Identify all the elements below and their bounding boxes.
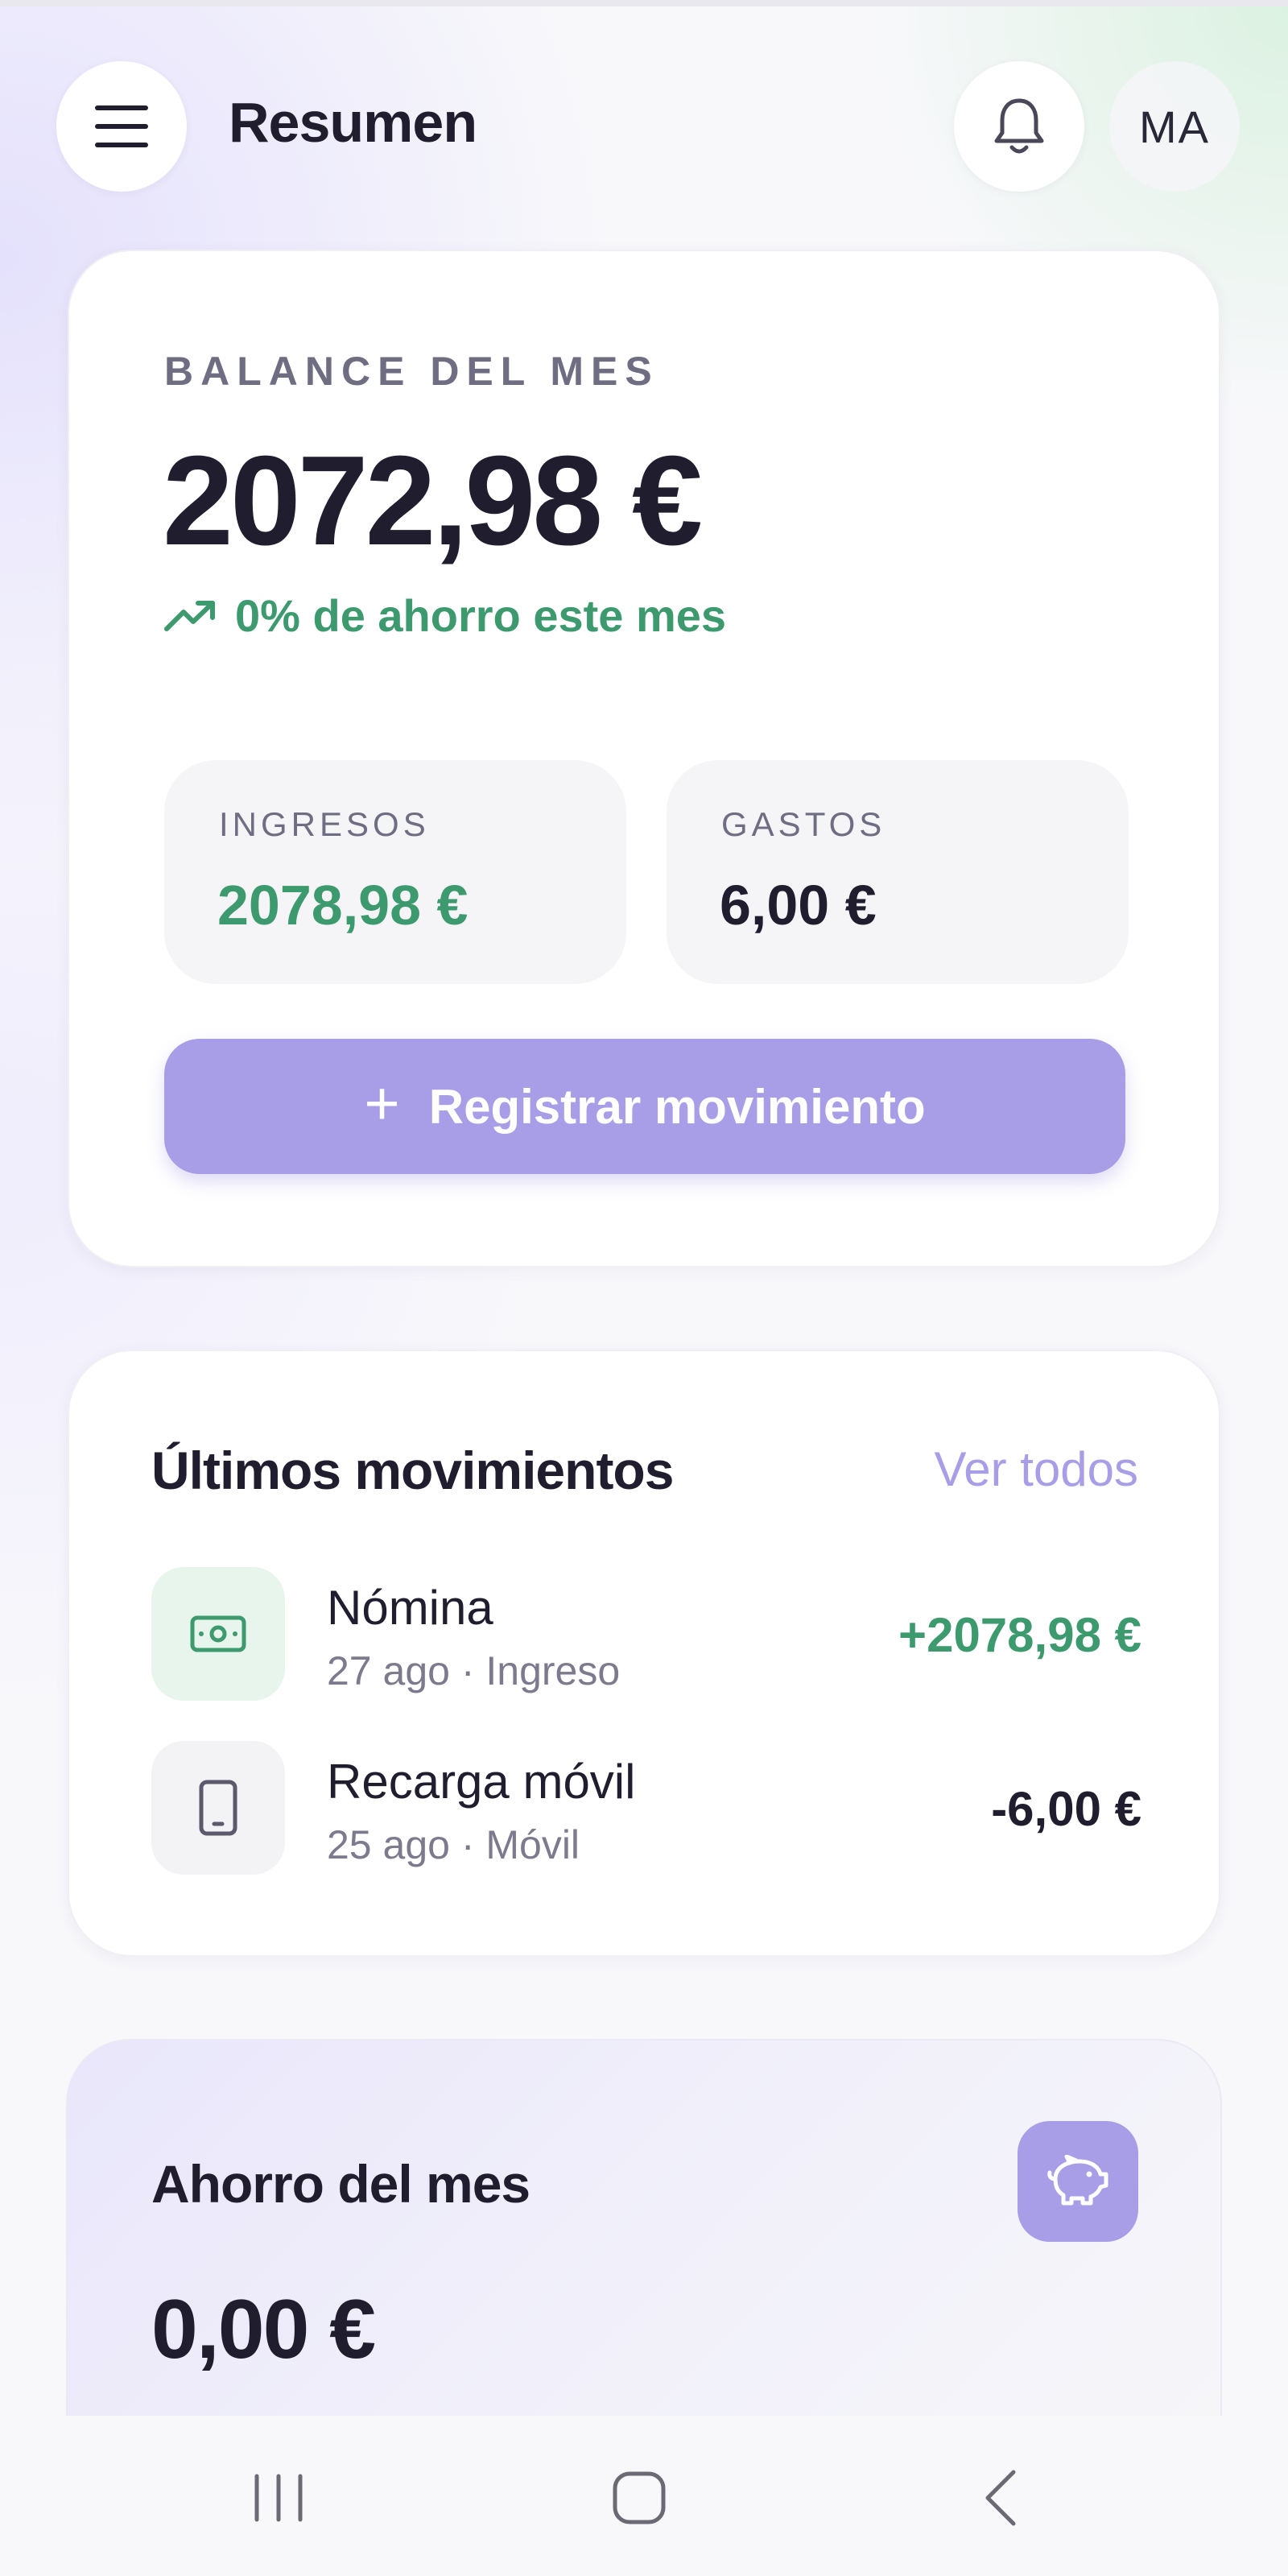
movement-icon-container [151, 1741, 285, 1875]
savings-rate: 0% de ahorro este mes [164, 589, 726, 642]
bell-icon [994, 98, 1044, 154]
notifications-button[interactable] [954, 61, 1084, 192]
app-header: Resumen MA [0, 61, 1288, 192]
expense-tile: GASTOS 6,00 € [667, 760, 1129, 984]
movement-row[interactable]: Recarga móvil 25 ago · Móvil -6,00 € [151, 1741, 1141, 1875]
recent-movements-card: Últimos movimientos Ver todos Nómina 27 … [68, 1350, 1220, 1957]
system-navigation-bar [0, 2416, 1288, 2576]
balance-label: BALANCE DEL MES [164, 349, 659, 394]
movement-name: Recarga móvil [327, 1755, 636, 1809]
menu-button[interactable] [56, 61, 187, 192]
movement-name: Nómina [327, 1581, 493, 1635]
income-value: 2078,98 € [217, 874, 469, 937]
user-avatar[interactable]: MA [1109, 61, 1240, 192]
recent-apps-icon [254, 2474, 303, 2522]
monthly-savings-title: Ahorro del mes [151, 2154, 530, 2214]
savings-button[interactable] [1018, 2121, 1138, 2242]
recent-apps-button[interactable] [238, 2458, 319, 2538]
income-label: INGRESOS [219, 805, 430, 843]
movement-amount: +2078,98 € [898, 1608, 1141, 1662]
balance-card: BALANCE DEL MES 2072,98 € 0% de ahorro e… [68, 250, 1220, 1267]
trending-up-icon [164, 600, 215, 631]
monthly-savings-value: 0,00 € [151, 2283, 376, 2376]
expense-label: GASTOS [721, 805, 886, 843]
movement-meta: 27 ago · Ingreso [327, 1648, 621, 1693]
savings-rate-text: 0% de ahorro este mes [235, 590, 727, 641]
back-button[interactable] [960, 2458, 1040, 2538]
recent-movements-title: Últimos movimientos [151, 1441, 674, 1500]
home-button[interactable] [599, 2458, 679, 2538]
cash-icon [190, 1615, 246, 1652]
status-bar-edge [0, 0, 1288, 6]
page-title: Resumen [229, 91, 477, 154]
movement-icon-container [151, 1567, 285, 1701]
plus-icon: + [364, 1069, 400, 1138]
balance-value: 2072,98 € [163, 430, 703, 572]
smartphone-icon [199, 1780, 237, 1836]
home-icon [613, 2471, 666, 2524]
register-movement-button[interactable]: + Registrar movimiento [164, 1039, 1125, 1174]
expense-value: 6,00 € [720, 874, 877, 937]
movement-meta: 25 ago · Móvil [327, 1822, 580, 1867]
register-movement-label: Registrar movimiento [428, 1079, 926, 1134]
see-all-link[interactable]: Ver todos [934, 1441, 1138, 1497]
back-icon [985, 2470, 1016, 2526]
monthly-savings-card: Ahorro del mes 0,00 € [66, 2039, 1222, 2458]
piggy-bank-icon [1047, 2155, 1108, 2206]
movement-amount: -6,00 € [991, 1782, 1141, 1836]
movement-row[interactable]: Nómina 27 ago · Ingreso +2078,98 € [151, 1567, 1141, 1701]
income-tile: INGRESOS 2078,98 € [164, 760, 626, 984]
hamburger-menu-icon [95, 105, 148, 147]
